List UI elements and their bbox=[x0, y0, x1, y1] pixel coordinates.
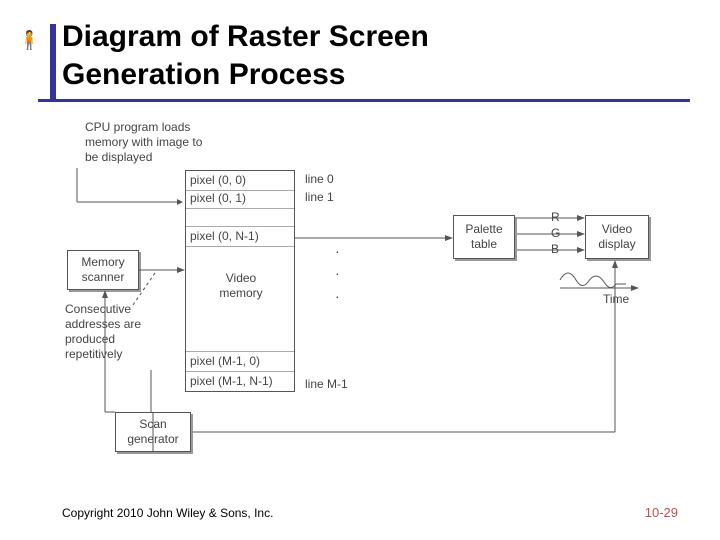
pixel-m1-0: pixel (M-1, 0) bbox=[186, 351, 294, 372]
line-0-label: line 0 bbox=[305, 172, 334, 187]
video-display-box: Video display bbox=[585, 215, 649, 259]
video-memory-box: pixel (0, 0) pixel (0, 1) pixel (0, N-1)… bbox=[185, 170, 295, 392]
rgb-g: G bbox=[551, 226, 560, 241]
rgb-b: B bbox=[551, 242, 559, 257]
scan-generator-box: Scan generator bbox=[115, 412, 191, 452]
slide: 🧍 Diagram of Raster Screen Generation Pr… bbox=[0, 0, 720, 540]
title-underline bbox=[38, 99, 690, 102]
pixel-0-0: pixel (0, 0) bbox=[186, 171, 294, 191]
pixel-0-1: pixel (0, 1) bbox=[186, 189, 294, 209]
line-1-label: line 1 bbox=[305, 190, 334, 205]
memory-scanner-box: Memory scanner bbox=[67, 250, 139, 290]
title-rule-left bbox=[50, 24, 56, 102]
pixel-0-n1: pixel (0, N-1) bbox=[186, 226, 294, 247]
annotation-consecutive: Consecutive addresses are produced repet… bbox=[65, 302, 141, 362]
slide-title: Diagram of Raster Screen Generation Proc… bbox=[62, 18, 429, 93]
line-m1-label: line M-1 bbox=[305, 377, 348, 392]
footer-copyright: Copyright 2010 John Wiley & Sons, Inc. bbox=[62, 506, 273, 520]
clipart-icon: 🧍 bbox=[18, 30, 40, 51]
rgb-r: R bbox=[551, 210, 560, 225]
vdots-icon: ··· bbox=[335, 240, 340, 307]
time-label: Time bbox=[603, 292, 629, 307]
annotation-cpu: CPU program loads memory with image to b… bbox=[85, 120, 202, 165]
pixel-m1-n1: pixel (M-1, N-1) bbox=[186, 371, 294, 391]
raster-diagram: CPU program loads memory with image to b… bbox=[55, 110, 675, 470]
video-memory-label: Video memory bbox=[216, 271, 266, 301]
palette-table-box: Palette table bbox=[453, 215, 515, 259]
footer-page-number: 10-29 bbox=[645, 505, 678, 520]
